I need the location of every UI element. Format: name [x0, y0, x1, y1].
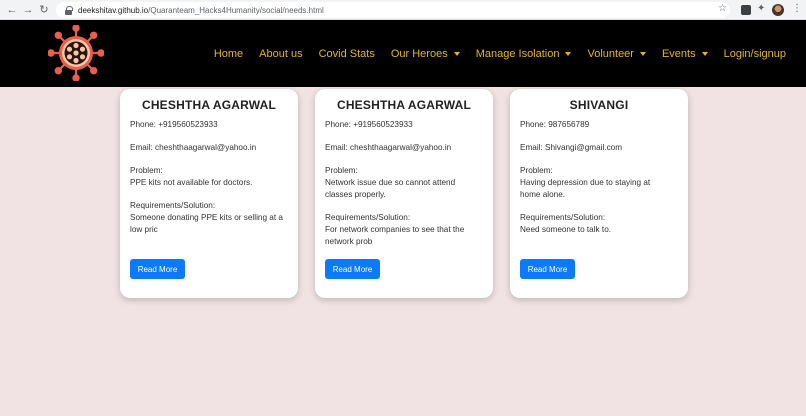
- nav-about-us[interactable]: About us: [251, 48, 310, 60]
- extension-icon[interactable]: [741, 5, 751, 15]
- card-problem-label: Problem:: [325, 166, 358, 175]
- nav-links: Home About us Covid Stats Our Heroes Man…: [206, 20, 794, 87]
- nav-our-heroes-label: Our Heroes: [390, 47, 448, 60]
- need-card: CHESHTHA AGARWAL Phone: +919560523933 Em…: [315, 89, 493, 298]
- nav-covid-stats-label: Covid Stats: [318, 47, 375, 60]
- virus-icon[interactable]: [48, 25, 104, 81]
- card-phone: Phone: 987656789: [520, 120, 590, 129]
- card-email: Email: cheshthaagarwal@yahoo.in: [325, 143, 452, 152]
- nav-home-label: Home: [213, 47, 244, 60]
- nav-events-label: Events: [661, 47, 696, 60]
- needs-card-list: CHESHTHA AGARWAL Phone: +919560523933 Em…: [120, 89, 688, 298]
- card-problem-text: PPE kits not available for doctors.: [130, 178, 253, 187]
- card-phone: Phone: +919560523933: [130, 120, 218, 129]
- card-name: CHESHTHA AGARWAL: [141, 98, 277, 112]
- browser-toolbar: ← → ↻ deekshitav.github.io/Quaranteam_Ha…: [0, 0, 806, 20]
- read-more-button[interactable]: Read More: [130, 259, 185, 279]
- read-more-button[interactable]: Read More: [520, 259, 575, 279]
- forward-arrow-icon[interactable]: →: [20, 0, 36, 20]
- nav-volunteer-label: Volunteer: [587, 47, 634, 60]
- card-requirements-text: network prob: [325, 237, 373, 246]
- site-navbar: Home About us Covid Stats Our Heroes Man…: [0, 20, 806, 87]
- back-arrow-icon[interactable]: ←: [4, 0, 20, 20]
- card-requirements-text: Need someone to talk to.: [520, 225, 612, 234]
- card-problem-text: Network issue due so cannot attend: [325, 178, 456, 187]
- lock-icon: [64, 5, 73, 15]
- nav-events[interactable]: Events: [654, 48, 716, 60]
- address-bar[interactable]: deekshitav.github.io/Quaranteam_Hacks4Hu…: [56, 2, 730, 18]
- card-requirements-label: Requirements/Solution:: [325, 213, 411, 222]
- card-requirements-label: Requirements/Solution:: [520, 213, 606, 222]
- card-problem-label: Problem:: [520, 166, 553, 175]
- caret-down-icon: [639, 51, 646, 56]
- nav-volunteer[interactable]: Volunteer: [579, 48, 653, 60]
- need-card: CHESHTHA AGARWAL Phone: +919560523933 Em…: [120, 89, 298, 298]
- reload-icon[interactable]: ↻: [36, 0, 52, 20]
- nav-manage-isolation[interactable]: Manage Isolation: [468, 48, 580, 60]
- nav-login-signup[interactable]: Login/signup: [716, 48, 794, 60]
- need-card: SHIVANGI Phone: 987656789 Email: Shivang…: [510, 89, 688, 298]
- nav-manage-isolation-label: Manage Isolation: [475, 47, 560, 60]
- card-requirements-text: For network companies to see that the: [325, 225, 465, 234]
- caret-down-icon: [565, 51, 572, 56]
- more-menu-icon[interactable]: ⋮: [792, 3, 802, 14]
- profile-avatar[interactable]: [772, 4, 784, 16]
- caret-down-icon: [701, 51, 708, 56]
- card-email: Email: cheshthaagarwal@yahoo.in: [130, 143, 257, 152]
- card-problem-text: Having depression due to staying at: [520, 178, 651, 187]
- nav-our-heroes[interactable]: Our Heroes: [383, 48, 468, 60]
- card-phone: Phone: +919560523933: [325, 120, 413, 129]
- card-problem-text: home alone.: [520, 190, 566, 199]
- nav-covid-stats[interactable]: Covid Stats: [311, 48, 383, 60]
- card-requirements-label: Requirements/Solution:: [130, 201, 216, 210]
- card-name: SHIVANGI: [569, 98, 629, 112]
- read-more-button[interactable]: Read More: [325, 259, 380, 279]
- url-path: /Quaranteam_Hacks4Humanity/social/needs.…: [148, 5, 324, 15]
- card-requirements-text: Someone donating PPE kits or selling at …: [130, 213, 283, 222]
- puzzle-icon[interactable]: ✦: [757, 3, 767, 14]
- card-problem-label: Problem:: [130, 166, 163, 175]
- bookmark-star-icon[interactable]: ☆: [718, 3, 727, 14]
- card-email: Email: Shivangi@gmail.com: [520, 143, 623, 152]
- nav-login-signup-label: Login/signup: [723, 47, 786, 60]
- card-requirements-text: low pric: [130, 225, 158, 234]
- card-name: CHESHTHA AGARWAL: [336, 98, 472, 112]
- caret-down-icon: [453, 51, 460, 56]
- card-problem-text: classes properly.: [325, 190, 386, 199]
- nav-about-us-label: About us: [259, 47, 303, 60]
- nav-home[interactable]: Home: [206, 48, 251, 60]
- url-host: deekshitav.github.io: [78, 5, 149, 15]
